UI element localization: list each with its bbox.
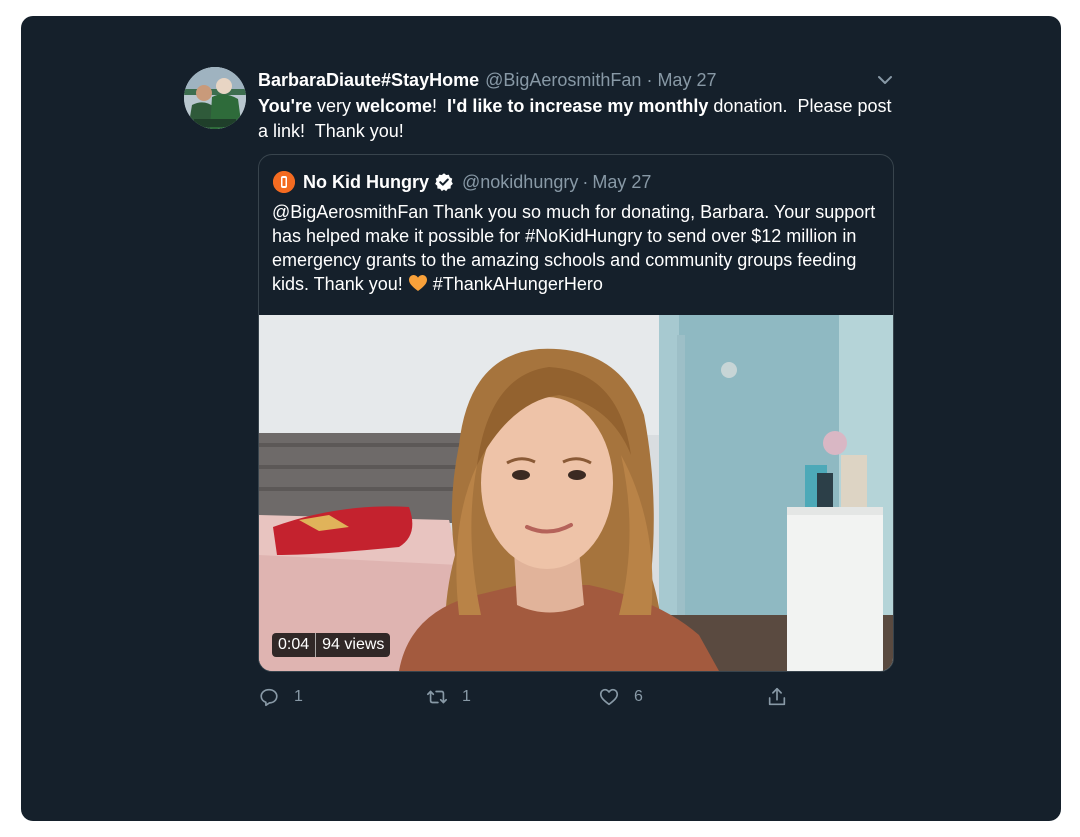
tweet-date[interactable]: May 27 [657,70,716,91]
quoted-text-hashtag: #ThankAHungerHero [427,274,603,294]
quoted-display-name[interactable]: No Kid Hungry [303,172,429,193]
tweet-text: You're very welcome! I'd like to increas… [258,94,898,144]
reply-icon[interactable] [258,686,280,708]
quoted-tweet[interactable]: No Kid Hungry @nokidhungry · May 27 @Big… [258,154,894,672]
user-avatar[interactable] [184,67,246,129]
tweet-text-4: ! [432,96,448,116]
tweet-text-bold-5: I'd like to increase my monthly [447,96,709,116]
chevron-down-icon[interactable] [874,70,896,90]
author-display-name[interactable]: BarbaraDiaute#StayHome [258,70,479,91]
like-action[interactable]: 6 [598,684,643,710]
header-separator: · [646,69,653,90]
retweet-count: 1 [462,688,471,705]
heart-icon[interactable] [598,686,620,708]
quoted-handle[interactable]: @nokidhungry [462,172,578,193]
quoted-separator: · [582,171,589,192]
video-badges: 0:04 94 views [272,633,391,657]
tweet-header: BarbaraDiaute#StayHome @BigAerosmithFan … [258,68,716,92]
tweet-text-2: very [311,96,356,116]
orange-heart-icon [408,275,427,291]
tweet-actions: 1 1 6 [258,684,798,710]
reply-action[interactable]: 1 [258,684,303,710]
nokidhungry-logo-icon [273,171,295,193]
quoted-date[interactable]: May 27 [592,172,651,193]
tweet-text-bold-3: welcome [355,96,433,116]
verified-badge-icon [435,173,453,192]
video-duration: 0:04 [278,636,310,653]
like-count: 6 [634,688,643,705]
nokidhungry-avatar[interactable] [273,171,295,193]
retweet-icon[interactable] [426,686,448,708]
avatar-photo [184,67,246,129]
reply-count: 1 [294,688,303,705]
retweet-action[interactable]: 1 [426,684,471,710]
share-icon[interactable] [766,686,788,708]
video-player[interactable]: 0:04 94 views [259,315,893,671]
quoted-tweet-header: No Kid Hungry @nokidhungry · May 27 [273,169,651,195]
video-views: 94 views [322,636,385,653]
tweet-text-bold-1: You're [258,96,312,116]
video-thumbnail [259,315,893,671]
author-handle[interactable]: @BigAerosmithFan [485,70,641,91]
share-action[interactable] [766,684,788,710]
quoted-tweet-text: @BigAerosmithFan Thank you so much for d… [272,200,884,296]
